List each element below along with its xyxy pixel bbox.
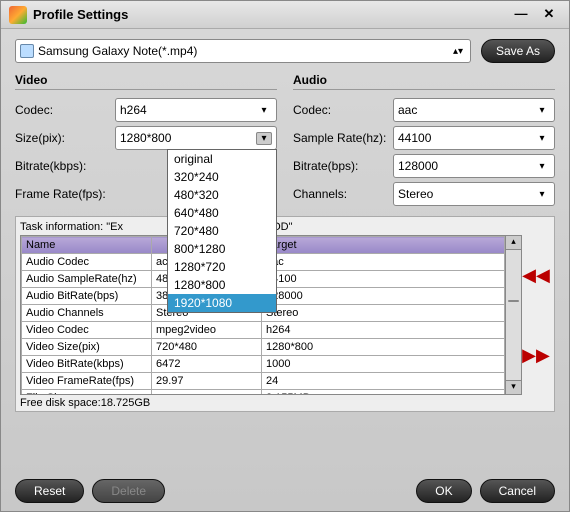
scroll-up-icon[interactable]: ▴ (506, 236, 521, 250)
updown-icon: ▴▾ (450, 46, 466, 57)
video-title: Video (15, 73, 277, 87)
profile-selected-value: Samsung Galaxy Note(*.mp4) (38, 44, 450, 58)
chevron-down-icon: ▾ (256, 132, 272, 145)
audio-codec-label: Codec: (293, 103, 393, 117)
video-size-dropdown[interactable]: original320*240480*320640*480720*480800*… (167, 149, 277, 313)
scroll-down-icon[interactable]: ▾ (506, 380, 521, 394)
task-info-label: Task information: "ExIDEO.MOD" (20, 221, 550, 233)
video-bitrate-label: Bitrate(kbps): (15, 159, 115, 173)
video-codec-select[interactable]: h264 ▾ (115, 98, 277, 122)
size-option[interactable]: 1280*720 (168, 258, 276, 276)
vertical-scrollbar[interactable]: ▴ ▾ (506, 235, 522, 395)
col-name: Name (22, 237, 152, 254)
video-size-value: 1280*800 (120, 131, 256, 145)
audio-channels-label: Channels: (293, 187, 393, 201)
audio-codec-value: aac (398, 103, 534, 117)
chevron-down-icon: ▾ (534, 161, 550, 172)
video-size-select[interactable]: 1280*800 ▾ (115, 126, 277, 150)
size-option[interactable]: 1920*1080 (168, 294, 276, 312)
size-option[interactable]: 1280*800 (168, 276, 276, 294)
chevron-down-icon: ▾ (534, 189, 550, 200)
close-button[interactable]: ✕ (537, 6, 561, 24)
task-info-area: Task information: "ExIDEO.MOD" Name Targ… (15, 216, 555, 412)
size-option[interactable]: 320*240 (168, 168, 276, 186)
audio-title: Audio (293, 73, 555, 87)
size-option[interactable]: 720*480 (168, 222, 276, 240)
size-option[interactable]: original (168, 150, 276, 168)
audio-samplerate-label: Sample Rate(hz): (293, 131, 393, 145)
audio-bitrate-select[interactable]: 128000 ▾ (393, 154, 555, 178)
window-title: Profile Settings (33, 7, 505, 22)
audio-samplerate-select[interactable]: 44100 ▾ (393, 126, 555, 150)
ok-button[interactable]: OK (416, 479, 471, 503)
delete-button: Delete (92, 479, 165, 503)
scroll-thumb[interactable] (508, 300, 519, 302)
audio-codec-select[interactable]: aac ▾ (393, 98, 555, 122)
audio-samplerate-value: 44100 (398, 131, 534, 145)
audio-channels-select[interactable]: Stereo ▾ (393, 182, 555, 206)
reset-button[interactable]: Reset (15, 479, 84, 503)
table-row: Video FrameRate(fps)29.9724 (22, 373, 505, 390)
chevron-down-icon: ▾ (534, 133, 550, 144)
audio-bitrate-value: 128000 (398, 159, 534, 173)
audio-section: Audio Codec: aac ▾ Sample Rate(hz): 4410… (293, 73, 555, 208)
save-as-button[interactable]: Save As (481, 39, 555, 63)
chevron-down-icon: ▾ (256, 105, 272, 116)
col-target: Target (262, 237, 505, 254)
table-row: Video BitRate(kbps)64721000 (22, 356, 505, 373)
profile-select[interactable]: Samsung Galaxy Note(*.mp4) ▴▾ (15, 39, 471, 63)
nav-buttons: ◀◀ ▶▶ (522, 235, 550, 395)
video-framerate-label: Frame Rate(fps): (15, 187, 115, 201)
size-option[interactable]: 480*320 (168, 186, 276, 204)
size-option[interactable]: 800*1280 (168, 240, 276, 258)
app-logo-icon (9, 6, 27, 24)
video-size-label: Size(pix): (15, 131, 115, 145)
free-disk-label: Free disk space:18.725GB (20, 397, 550, 409)
window-body: Samsung Galaxy Note(*.mp4) ▴▾ Save As Vi… (1, 29, 569, 416)
next-button[interactable]: ▶▶ (522, 345, 550, 366)
video-codec-label: Codec: (15, 103, 115, 117)
av-sections: Video Codec: h264 ▾ Size(pix): 1280*800 … (15, 73, 555, 208)
table-row: File Size2.155MB (22, 390, 505, 396)
video-codec-value: h264 (120, 103, 256, 117)
profile-row: Samsung Galaxy Note(*.mp4) ▴▾ Save As (15, 39, 555, 63)
titlebar: Profile Settings — ✕ (1, 1, 569, 29)
table-row: Video Codecmpeg2videoh264 (22, 322, 505, 339)
audio-bitrate-label: Bitrate(bps): (293, 159, 393, 173)
profile-settings-window: Profile Settings — ✕ Samsung Galaxy Note… (0, 0, 570, 512)
audio-channels-value: Stereo (398, 187, 534, 201)
size-option[interactable]: 640*480 (168, 204, 276, 222)
cancel-button[interactable]: Cancel (480, 479, 555, 503)
table-row: Video Size(pix)720*4801280*800 (22, 339, 505, 356)
chevron-down-icon: ▾ (534, 105, 550, 116)
prev-button[interactable]: ◀◀ (522, 265, 550, 286)
mp4-icon (20, 44, 34, 58)
footer: Reset Delete OK Cancel (15, 479, 555, 503)
minimize-button[interactable]: — (509, 6, 533, 24)
